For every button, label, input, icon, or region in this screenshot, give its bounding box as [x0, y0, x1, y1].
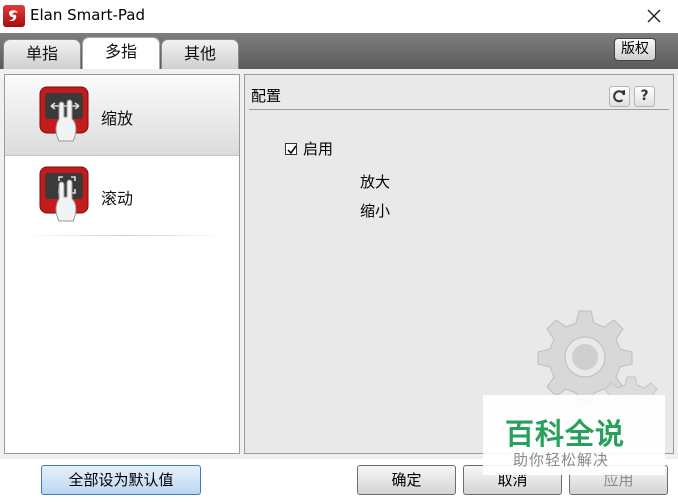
- two-finger-scroll-icon: [39, 165, 91, 223]
- window-title: Elan Smart-Pad: [30, 6, 145, 24]
- close-icon[interactable]: [644, 6, 664, 26]
- enable-label: 启用: [303, 140, 334, 158]
- option-zoom-out: 缩小: [360, 202, 391, 220]
- tab-single-finger[interactable]: 单指: [3, 39, 81, 69]
- gesture-label-scroll: 滚动: [101, 189, 134, 208]
- pinch-zoom-icon: [39, 85, 91, 143]
- gesture-list: 缩放 滚动: [4, 74, 240, 454]
- elan-app-icon: [3, 5, 25, 27]
- gesture-item-scroll[interactable]: 滚动: [5, 155, 239, 235]
- enable-checkbox-row[interactable]: 启用: [285, 138, 333, 159]
- refresh-icon[interactable]: [609, 86, 630, 107]
- watermark: 百科全说 助你轻松解决: [483, 395, 665, 475]
- reset-defaults-button[interactable]: 全部设为默认值: [41, 465, 201, 495]
- help-icon[interactable]: ?: [634, 86, 655, 107]
- tab-strip: 单指 多指 其他 版权: [0, 33, 678, 69]
- enable-checkbox[interactable]: [285, 143, 297, 155]
- option-zoom-in: 放大: [360, 173, 391, 191]
- config-divider: [249, 109, 669, 110]
- tab-multi-finger[interactable]: 多指: [82, 37, 160, 69]
- gesture-item-zoom[interactable]: 缩放: [5, 75, 239, 156]
- gesture-label-zoom: 缩放: [101, 109, 134, 128]
- watermark-title: 百科全说: [505, 417, 626, 451]
- copyright-button[interactable]: 版权: [614, 38, 656, 61]
- gesture-divider: [25, 235, 225, 236]
- config-header: 配置: [251, 87, 282, 105]
- ok-button[interactable]: 确定: [357, 465, 456, 495]
- title-bar: Elan Smart-Pad: [0, 0, 678, 33]
- tab-other[interactable]: 其他: [161, 39, 239, 69]
- watermark-subtitle: 助你轻松解决: [513, 451, 610, 469]
